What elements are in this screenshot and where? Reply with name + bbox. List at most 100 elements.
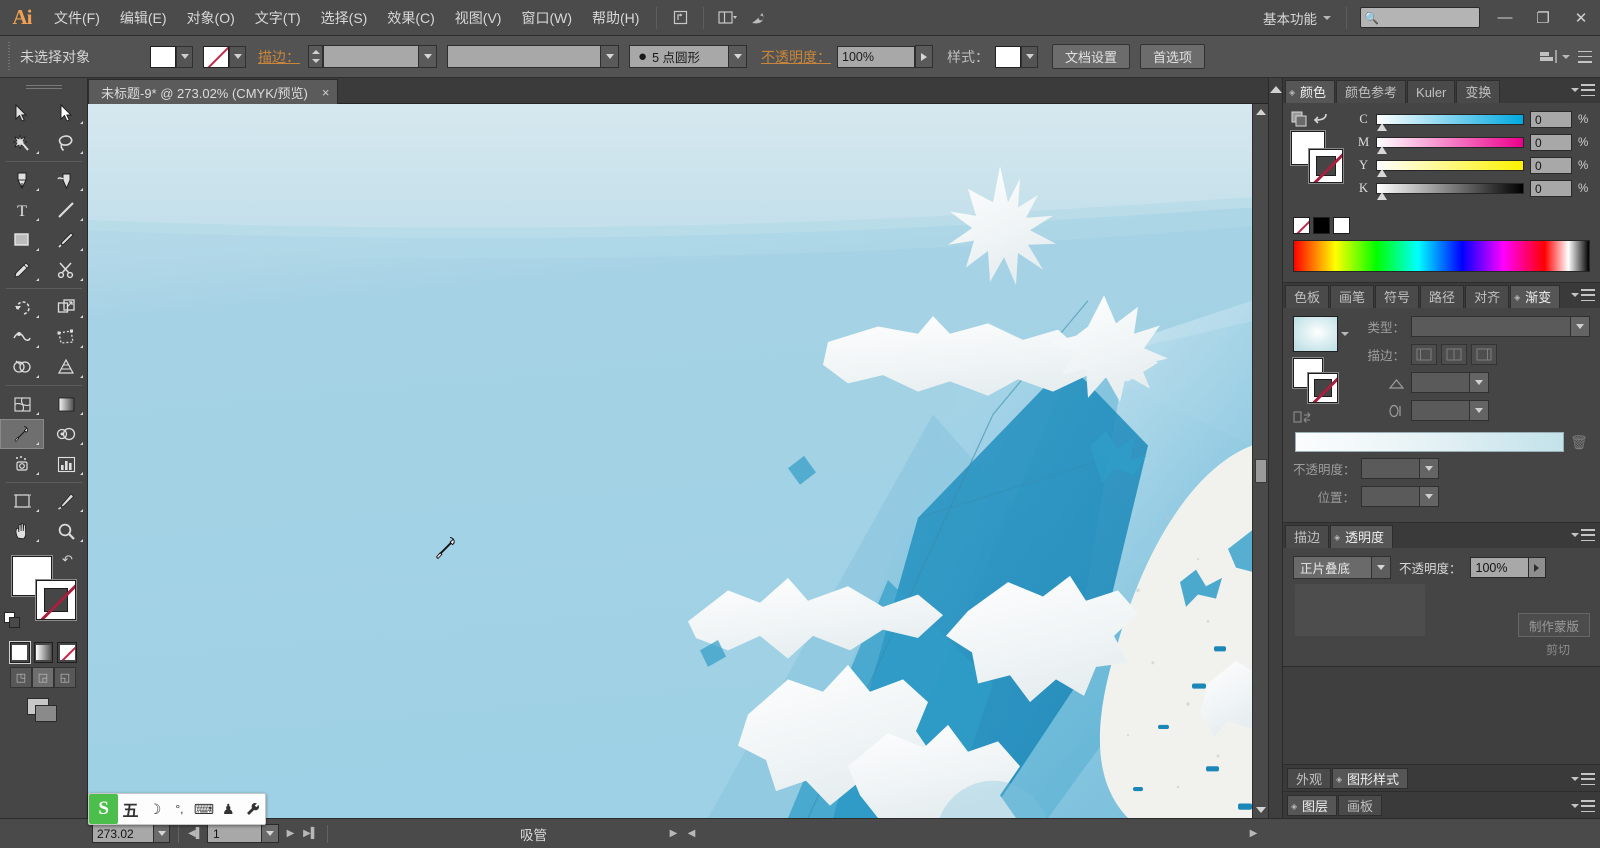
slider-value-k[interactable]: 0	[1530, 180, 1572, 197]
gradient-ramp-slider[interactable]	[1295, 432, 1564, 452]
gradient-stroke-swatch[interactable]	[1308, 373, 1338, 403]
draw-behind-button[interactable]: ◲	[32, 667, 54, 688]
tab-gradient[interactable]: 渐变	[1510, 285, 1561, 309]
scissors-tool[interactable]	[44, 255, 88, 285]
slider-thumb-c[interactable]	[1377, 123, 1387, 131]
tab-swatches[interactable]: 色板	[1285, 285, 1330, 308]
opacity-input[interactable]: 100%	[837, 45, 915, 68]
canvas-vertical-scrollbar[interactable]	[1252, 104, 1268, 818]
user-icon[interactable]: ♟	[216, 794, 240, 824]
status-info-arrow-icon[interactable]: ▶	[665, 824, 682, 843]
stroke-label[interactable]: 描边：	[258, 47, 300, 67]
white-swatch-button[interactable]	[1333, 217, 1350, 234]
layers-panel-menu-icon[interactable]	[1571, 800, 1595, 812]
change-screen-mode-button[interactable]	[26, 698, 61, 724]
graphic-style-swatch[interactable]	[995, 45, 1021, 68]
menu-type[interactable]: 文字(T)	[245, 0, 311, 36]
rotate-tool[interactable]	[0, 292, 44, 322]
menu-help[interactable]: 帮助(H)	[582, 0, 649, 36]
sogou-ime-toolbar[interactable]: S 五 ☽ °, ⌨ ♟	[88, 793, 266, 825]
arrange-documents-icon[interactable]	[714, 5, 740, 31]
stroke-gradient-across-icon[interactable]	[1471, 344, 1497, 365]
scale-tool[interactable]	[44, 292, 88, 322]
tab-kuler[interactable]: Kuler	[1407, 80, 1456, 103]
canvas-area[interactable]	[88, 104, 1268, 818]
ime-mode-button[interactable]: 五	[118, 794, 142, 824]
behance-icon[interactable]	[746, 5, 772, 31]
color-panel-menu-icon[interactable]	[1571, 84, 1595, 96]
swap-arrow-icon[interactable]	[1313, 112, 1329, 126]
slider-track-y[interactable]	[1376, 160, 1524, 177]
slider-value-m[interactable]: 0	[1530, 134, 1572, 151]
none-mode-button[interactable]	[57, 642, 78, 663]
eyedropper-tool[interactable]	[0, 419, 44, 449]
pen-tool[interactable]	[0, 165, 44, 195]
menu-object[interactable]: 对象(O)	[177, 0, 245, 36]
control-bar-grip[interactable]	[6, 41, 14, 72]
chevron-down-icon[interactable]	[1341, 332, 1349, 336]
align-dropdown[interactable]	[1539, 49, 1570, 64]
close-button[interactable]: ✕	[1562, 0, 1600, 36]
transparency-opacity-input[interactable]: 100%	[1469, 557, 1546, 578]
paintbrush-tool[interactable]	[44, 225, 88, 255]
type-tool[interactable]: T	[0, 195, 44, 225]
tab-stroke[interactable]: 描边	[1285, 525, 1330, 548]
reverse-gradient-icon[interactable]	[1293, 410, 1315, 427]
delete-stop-icon[interactable]: 🗑	[1570, 434, 1588, 451]
stroke-gradient-within-icon[interactable]	[1411, 344, 1437, 365]
free-transform-tool[interactable]	[44, 322, 88, 352]
ime-logo-icon[interactable]: S	[89, 794, 119, 824]
tab-artboards[interactable]: 画板	[1338, 794, 1383, 816]
menu-view[interactable]: 视图(V)	[445, 0, 512, 36]
none-swatch-button[interactable]	[1293, 217, 1310, 234]
document-tab[interactable]: 未标题-9* @ 273.02% (CMYK/预览) ×	[88, 79, 339, 104]
swap-fill-stroke-icon[interactable]: ↶	[62, 552, 78, 568]
color-spectrum-bar[interactable]	[1293, 240, 1590, 272]
tab-align[interactable]: 对齐	[1465, 285, 1510, 308]
artboard[interactable]	[88, 104, 1252, 818]
color-mode-button[interactable]	[10, 642, 30, 663]
line-segment-tool[interactable]	[44, 195, 88, 225]
slider-thumb-m[interactable]	[1377, 146, 1387, 154]
close-icon[interactable]: ×	[322, 85, 330, 100]
stroke-swatch-dropdown[interactable]	[229, 45, 246, 68]
workspace-switcher[interactable]: 基本功能	[1255, 8, 1339, 28]
artboard-tool[interactable]	[0, 486, 44, 516]
tab-graphic-styles[interactable]: 图形样式	[1332, 767, 1409, 790]
tab-pathfinder[interactable]: 路径	[1420, 285, 1465, 308]
rectangle-tool[interactable]	[0, 225, 44, 255]
stroke-color-swatch[interactable]	[36, 580, 76, 620]
selection-tool[interactable]	[0, 98, 44, 128]
hscroll-right-arrow-icon[interactable]: ▶	[1245, 824, 1262, 843]
artboard-number-input[interactable]: 1	[207, 824, 279, 843]
gradient-angle-combo[interactable]	[1411, 372, 1489, 393]
gradient-preview-thumb[interactable]	[1293, 316, 1338, 352]
tab-appearance[interactable]: 外观	[1287, 767, 1332, 789]
document-setup-button[interactable]: 文档设置	[1052, 44, 1131, 69]
opacity-popup-button[interactable]	[915, 45, 933, 68]
tab-brushes[interactable]: 画笔	[1330, 285, 1375, 308]
help-search-input[interactable]: 🔍	[1360, 7, 1480, 28]
slice-tool[interactable]	[44, 486, 88, 516]
appearance-panel-menu-icon[interactable]	[1571, 773, 1595, 785]
current-tool-name[interactable]: 吸管	[520, 824, 547, 844]
minimize-button[interactable]: —	[1486, 0, 1524, 36]
gradient-panel-menu-icon[interactable]	[1571, 289, 1595, 301]
first-artboard-icon[interactable]: ◀▌	[187, 824, 204, 843]
perspective-grid-tool[interactable]	[44, 352, 88, 382]
brush-definition-combo[interactable]	[447, 45, 619, 68]
add-anchor-point-tool[interactable]	[44, 165, 88, 195]
gradient-aspect-combo[interactable]	[1411, 400, 1489, 421]
slider-thumb-k[interactable]	[1377, 192, 1387, 200]
bridge-icon[interactable]	[667, 5, 693, 31]
default-fill-stroke-icon[interactable]	[4, 612, 22, 630]
pencil-tool[interactable]	[0, 255, 44, 285]
scroll-down-arrow-icon[interactable]	[1253, 802, 1268, 818]
tab-transform[interactable]: 变换	[1456, 80, 1501, 103]
gradient-location-combo[interactable]	[1361, 486, 1439, 507]
dock-collapse-strip[interactable]	[1268, 78, 1282, 818]
slider-value-c[interactable]: 0	[1530, 111, 1572, 128]
hand-tool[interactable]	[0, 516, 44, 546]
stroke-weight-spinner[interactable]	[308, 45, 323, 68]
column-graph-tool[interactable]	[44, 449, 88, 479]
